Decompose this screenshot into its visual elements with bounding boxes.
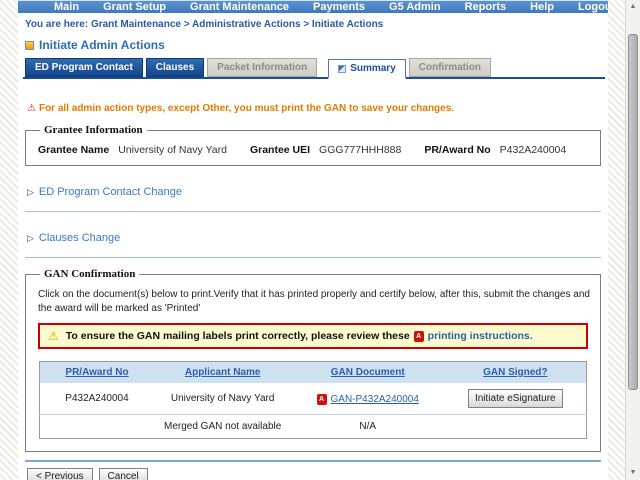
main-column: G5 - Empowering the Grant Community Unit… <box>18 0 615 480</box>
nav-item-g5-admin[interactable]: G5 Admin <box>377 1 453 13</box>
gan-documents-table: PR/Award No Applicant Name GAN Document … <box>38 361 588 439</box>
cell-applicant-name: University of Navy Yard <box>170 393 275 404</box>
printing-instructions-link[interactable]: printing instructions. <box>428 330 533 342</box>
grantee-uei-value: GGG777HHH888 <box>319 144 402 156</box>
footer-buttons: < Previous Cancel <box>27 468 605 480</box>
cancel-button[interactable]: Cancel <box>98 468 148 480</box>
header-pr-award-no[interactable]: PR/Award No <box>39 361 155 383</box>
footer-divider <box>25 460 601 462</box>
right-margin-pattern <box>608 0 625 480</box>
section-divider <box>25 211 601 212</box>
clauses-change-toggle[interactable]: ▷ Clauses Change <box>27 232 605 244</box>
cell-gan-document: N/A <box>291 414 445 439</box>
scroll-up-arrow-icon[interactable]: ▲ <box>626 0 640 14</box>
table-header-row: PR/Award No Applicant Name GAN Document … <box>39 361 587 383</box>
tab-summary-label: Summary <box>350 63 396 74</box>
previous-button[interactable]: < Previous <box>27 468 93 480</box>
tab-confirmation: Confirmation <box>408 58 491 77</box>
pdf-icon: A <box>413 330 424 342</box>
header-applicant-name[interactable]: Applicant Name <box>154 361 292 383</box>
page-title-icon <box>25 40 34 50</box>
nav-item-grant-setup[interactable]: Grant Setup <box>91 1 178 13</box>
cell-gan-signed: Initiate eSignature <box>444 383 586 415</box>
gan-instructions: Click on the document(s) below to print.… <box>38 289 590 314</box>
gan-confirmation-legend: GAN Confirmation <box>44 268 136 280</box>
gan-document-link[interactable]: GAN-P432A240004 <box>331 394 419 405</box>
section-divider <box>25 257 601 258</box>
caution-icon: ⚠ <box>48 329 59 343</box>
left-margin-pattern <box>0 0 18 480</box>
grantee-uei-label: Grantee UEI <box>249 144 311 156</box>
nav-item-help[interactable]: Help <box>518 1 566 13</box>
breadcrumb-path[interactable]: Grant Maintenance > Administrative Actio… <box>91 19 383 30</box>
nav-item-main[interactable]: Main <box>42 1 91 13</box>
pr-award-no-value: P432A240004 <box>499 144 567 156</box>
cell-pr-award-no: P432A240004 <box>65 393 129 404</box>
nav-item-reports[interactable]: Reports <box>453 1 519 13</box>
breadcrumb: You are here: Grant Maintenance > Admini… <box>25 19 605 30</box>
printing-notice-pre: To ensure the GAN mailing labels print c… <box>65 330 410 342</box>
cell-gan-signed <box>444 414 587 439</box>
grantee-information-legend: Grantee Information <box>44 124 143 136</box>
current-tab-icon <box>338 64 347 73</box>
cell-gan-document: A GAN-P432A240004 <box>291 383 444 415</box>
nav-item-grant-maintenance[interactable]: Grant Maintenance <box>178 1 301 13</box>
printing-notice-text: To ensure the GAN mailing labels print c… <box>66 330 533 342</box>
clauses-change-label: Clauses Change <box>38 232 121 244</box>
page-title-row: Initiate Admin Actions <box>25 38 605 52</box>
warning-text: For all admin action types, except Other… <box>38 103 455 114</box>
pdf-icon: A <box>316 393 327 405</box>
expand-triangle-icon: ▷ <box>27 232 34 243</box>
pr-award-no-label: PR/Award No <box>424 144 491 156</box>
table-row: Merged GAN not available N/A <box>39 414 587 439</box>
table-row: P432A240004 University of Navy Yard A GA… <box>39 383 586 415</box>
warning-icon: ⚠ <box>27 102 36 114</box>
screen: G5 - Empowering the Grant Community Unit… <box>0 0 640 480</box>
page-content: You are here: Grant Maintenance > Admini… <box>18 13 608 480</box>
grantee-information-fieldset: Grantee Information Grantee Name Univers… <box>25 124 601 166</box>
header-gan-signed[interactable]: GAN Signed? <box>444 361 587 383</box>
cell-pr-award-no <box>39 414 155 439</box>
tab-ed-program-contact[interactable]: ED Program Contact <box>25 58 143 77</box>
grantee-name-value: University of Navy Yard <box>118 144 227 156</box>
nav-item-payments[interactable]: Payments <box>301 1 377 13</box>
gan-confirmation-fieldset: GAN Confirmation Click on the document(s… <box>25 268 601 452</box>
vertical-scrollbar[interactable]: ▲ ▼ <box>625 0 640 480</box>
gan-print-warning: ⚠ For all admin action types, except Oth… <box>27 103 605 114</box>
ed-program-contact-change-toggle[interactable]: ▷ ED Program Contact Change <box>27 186 605 198</box>
main-navigation: Main Grant Setup Grant Maintenance Payme… <box>18 0 615 13</box>
tab-clauses[interactable]: Clauses <box>145 58 205 77</box>
cell-applicant-name: Merged GAN not available <box>154 414 292 439</box>
header-gan-document[interactable]: GAN Document <box>291 361 445 383</box>
tab-bar: ED Program Contact Clauses Packet Inform… <box>23 58 605 79</box>
expand-triangle-icon: ▷ <box>27 186 34 197</box>
initiate-esignature-button[interactable]: Initiate eSignature <box>467 389 563 408</box>
scrollbar-thumb[interactable] <box>628 34 638 390</box>
tab-packet-information: Packet Information <box>207 58 318 77</box>
ed-program-contact-change-label: ED Program Contact Change <box>38 186 182 198</box>
grantee-info-row: Grantee Name University of Navy Yard Gra… <box>36 142 590 157</box>
breadcrumb-prefix: You are here: <box>25 19 91 30</box>
printing-notice-box: ⚠ To ensure the GAN mailing labels print… <box>38 323 588 349</box>
tab-summary[interactable]: Summary <box>328 59 406 79</box>
grantee-name-label: Grantee Name <box>38 144 110 156</box>
page-title: Initiate Admin Actions <box>39 38 165 52</box>
scroll-down-arrow-icon[interactable]: ▼ <box>626 466 640 480</box>
